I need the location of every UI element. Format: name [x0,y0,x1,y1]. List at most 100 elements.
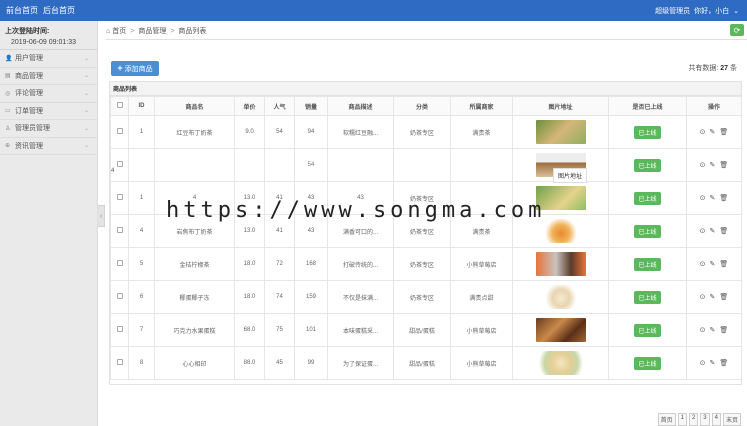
edit-icon[interactable]: ✎ [710,293,716,301]
delete-icon[interactable]: 🗑 [719,161,728,169]
edit-icon[interactable]: ✎ [710,326,716,334]
sidebar-item-products[interactable]: ▤ 商品管理 ⌄ [0,68,97,85]
sidebar-item-orders[interactable]: ▭ 订单管理 ⌄ [0,103,97,120]
row-select-cell[interactable] [110,181,129,215]
cell-name: 金桔柠檬茶 [154,247,235,281]
pager-last[interactable]: 末页 [722,413,741,426]
delete-icon[interactable]: 🗑 [719,260,728,268]
refresh-button[interactable]: ⟳ [730,24,744,36]
breadcrumb: ⌂ 首页 > 商品管理 > 商品列表 [106,23,747,40]
view-icon[interactable]: ⊙ [700,128,706,136]
row-checkbox[interactable] [116,194,123,200]
product-table: ID 商品名 单价 人气 销量 商品描述 分类 所属商家 图片地址 是否已上线 … [110,96,742,380]
online-status-badge[interactable]: 已上线 [634,323,661,337]
select-all-checkbox[interactable] [116,102,123,108]
row-select-cell[interactable] [110,115,129,149]
edit-icon[interactable]: ✎ [710,128,716,136]
edit-icon[interactable]: ✎ [710,359,716,367]
row-checkbox[interactable] [116,227,123,233]
online-status-badge[interactable]: 已上线 [634,158,661,172]
sidebar-collapse-handle[interactable]: ‹ [98,205,105,227]
product-list-panel: 商品列表 ID 商品名 单价 人气 销量 商品描述 分类 所属商家 图片地址 是… [109,81,742,385]
view-icon[interactable]: ⊙ [700,161,706,169]
plus-icon: + [117,63,123,73]
select-all-cell[interactable] [110,96,129,116]
total-unit: 条 [730,65,737,72]
view-icon[interactable]: ⊙ [700,227,706,235]
view-icon[interactable]: ⊙ [700,359,706,367]
refresh-icon: ⟳ [733,25,741,35]
sidebar-item-comments[interactable]: ◎ 评论管理 ⌄ [0,85,97,103]
online-status-badge[interactable]: 已上线 [634,257,661,271]
edit-icon[interactable]: ✎ [710,260,716,268]
admin-role: 超级管理员 [655,7,691,15]
chevron-down-icon: ⌄ [83,108,89,115]
cell-online: 已上线 [608,181,687,215]
cell-name [154,148,235,182]
online-status-badge[interactable]: 已上线 [634,125,661,139]
pager-page[interactable]: 4 [711,413,721,426]
chevron-down-icon: ⌄ [83,143,89,150]
row-checkbox[interactable] [116,359,123,365]
view-icon[interactable]: ⊙ [700,326,706,334]
row-checkbox[interactable] [116,326,123,332]
cell-category: 奶茶专区 [393,115,451,149]
sidebar-item-users[interactable]: 👤 用户管理 ⌄ [0,50,97,68]
breadcrumb-level2[interactable]: 商品管理 [138,26,166,36]
add-product-button[interactable]: + 添加商品 [111,61,159,76]
delete-icon[interactable]: 🗑 [719,326,728,334]
row-checkbox[interactable] [116,128,123,134]
row-checkbox[interactable] [116,161,123,167]
cell-description: 软糯红豆融... [327,115,394,149]
cell-shop: 小熊草莓店 [450,313,513,347]
row-checkbox[interactable] [116,260,123,266]
edit-icon[interactable]: ✎ [710,161,716,169]
cell-online: 已上线 [608,346,687,380]
table-row: 54 已上线 ⊙ ✎ 🗑 [110,148,742,182]
edit-icon[interactable]: ✎ [710,194,716,202]
front-home-link[interactable]: 前台首页 [6,5,38,16]
sidebar-item-news[interactable]: ⊕ 资讯管理 ⌄ [0,138,97,155]
online-status-badge[interactable]: 已上线 [634,224,661,238]
row-select-cell[interactable] [110,313,129,347]
stray-digit: 4 [111,168,115,174]
delete-icon[interactable]: 🗑 [719,194,728,202]
online-status-badge[interactable]: 已上线 [634,191,661,205]
online-status-badge[interactable]: 已上线 [634,356,661,370]
view-icon[interactable]: ⊙ [700,260,706,268]
greeting-text[interactable]: 你好，小白 [694,6,729,16]
breadcrumb-home[interactable]: 首页 [112,26,126,36]
pager-page[interactable]: 3 [700,413,710,426]
cell-shop [450,148,513,182]
row-select-cell[interactable] [110,148,129,182]
sidebar-item-label: 管理员管理 [15,125,50,133]
row-select-cell[interactable] [110,280,129,314]
delete-icon[interactable]: 🗑 [719,227,728,235]
view-icon[interactable]: ⊙ [700,293,706,301]
pager-first[interactable]: 首页 [657,413,676,426]
cell-sales: 101 [294,313,328,347]
delete-icon[interactable]: 🗑 [719,128,728,136]
cell-id: 6 [128,280,155,314]
online-status-badge[interactable]: 已上线 [634,290,661,304]
user-menu[interactable]: 超级管理员 你好，小白 ⌄ [655,0,739,21]
pager-page[interactable]: 1 [677,413,687,426]
delete-icon[interactable]: 🗑 [719,359,728,367]
cell-online: 已上线 [608,214,687,248]
watermark-text: https://www.songma.com [166,198,546,223]
cell-id: 8 [128,346,155,380]
delete-icon[interactable]: 🗑 [719,293,728,301]
row-checkbox[interactable] [116,293,123,299]
pager-page[interactable]: 2 [688,413,699,426]
row-select-cell[interactable] [110,247,129,281]
edit-icon[interactable]: ✎ [710,227,716,235]
sidebar-item-admins[interactable]: ♙ 管理员管理 ⌄ [0,120,97,138]
row-select-cell[interactable] [110,214,129,248]
cell-description: 本味蛋糕采... [327,313,394,347]
cell-actions: ⊙ ✎ 🗑 [686,214,742,248]
row-select-cell[interactable] [110,346,129,380]
view-icon[interactable]: ⊙ [700,194,706,202]
back-home-link[interactable]: 后台首页 [43,5,75,16]
cell-actions: ⊙ ✎ 🗑 [686,148,742,182]
breadcrumb-level3: 商品列表 [178,28,207,35]
